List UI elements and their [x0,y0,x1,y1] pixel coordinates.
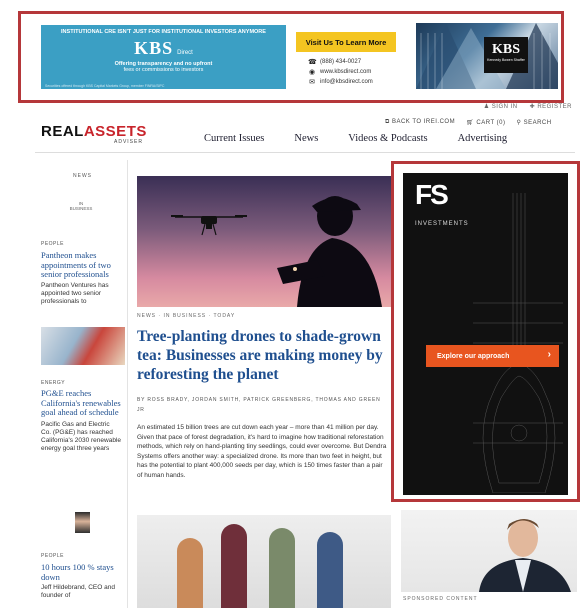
explore-approach-button[interactable]: Explore our approach › [426,345,559,367]
kbs-disclaimer: Securities offered through KBS Capital M… [45,84,165,88]
hero-headline[interactable]: Tree-planting drones to shade-grown tea:… [137,327,387,384]
executive-portrait [479,519,571,592]
kbs-ad-panel[interactable]: Institutional CRE isn't just for institu… [41,25,286,89]
nav-current-issues[interactable]: Current Issues [204,133,264,144]
person-figure [221,524,247,608]
story-category[interactable]: PEOPLE [41,241,121,247]
visit-us-button[interactable]: Visit Us To Learn More [296,32,396,52]
sign-in-link[interactable]: ♟ SIGN IN [484,103,518,110]
sidebar-story[interactable]: ENERGY PG&E reaches California's renewab… [41,380,121,453]
kbs-building-photo[interactable]: KBS Kennedy Bowen Shaffer [416,23,558,89]
sidebar-section-label: IN BUSINESS [69,201,93,211]
story-category[interactable]: PEOPLE [41,553,121,559]
kbs-photo-logo-badge: KBS Kennedy Bowen Shaffer [484,37,528,73]
person-figure [269,528,295,608]
kbs-offer-line-2: fees or commissions to investors [123,67,204,73]
story-excerpt: Pacific Gas and Electric Co. (PG&E) has … [41,420,122,452]
sidebar-headshot[interactable] [75,512,90,533]
story-excerpt: Jeff Hildebrand, CEO and founder of [41,584,115,599]
story-title[interactable]: PG&E reaches California's renewables goa… [41,388,121,418]
fs-logo: FS [415,179,449,210]
person-figure [177,538,203,608]
external-link-icon: ⧉ [385,119,390,125]
user-icon: ♟ [483,104,490,110]
utility-links: ⧉ BACK TO IREI.COM 🛒︎ CART (0) ⚲ SEARCH [385,119,552,126]
story-excerpt: Pantheon Ventures has appointed two seni… [41,281,109,305]
hero-byline: BY ROSS BRADY, JORDAN SMITH, PATRICK GRE… [137,397,381,413]
contact-email[interactable]: ✉ info@kbsdirect.com [308,77,373,87]
register-link[interactable]: ✚ REGISTER [530,103,572,110]
fs-investments-ad[interactable]: FS INVESTMENTS Explore our approach › [403,173,568,495]
sidebar-story[interactable]: PEOPLE Pantheon makes appointments of tw… [41,241,121,306]
sidebar-story[interactable]: PEOPLE 10 hours 100 % stays down Jeff Hi… [41,553,121,600]
cart-link[interactable]: 🛒︎ CART (0) [466,119,505,126]
site-logo-sub: ADVISER [114,139,143,145]
hero-image[interactable] [137,176,391,307]
nav-videos-podcasts[interactable]: Videos & Podcasts [348,133,427,144]
add-user-icon: ✚ [529,104,536,110]
kbs-logo-row: KBS Direct [41,38,286,59]
fs-investments-label: INVESTMENTS [415,221,469,227]
chevron-right-icon: › [547,349,551,360]
guitar-graphic [473,193,563,493]
skyscraper-ad[interactable]: FS INVESTMENTS Explore our approach › [391,161,580,502]
header-divider [35,152,575,153]
person-figure [317,532,343,608]
phone-icon: ☎ [308,59,317,66]
hero-kicker: NEWS · IN BUSINESS · TODAY [137,313,236,319]
pilot-silhouette [277,196,382,307]
story-category[interactable]: ENERGY [41,380,121,386]
kbs-tagline: Institutional CRE isn't just for institu… [61,29,266,35]
back-to-irei-link[interactable]: ⧉ BACK TO IREI.COM [385,119,455,126]
sidebar-story-image[interactable] [41,327,125,365]
team-photo[interactable] [137,515,391,608]
kbs-photo-logo-sub: Kennedy Bowen Shaffer [487,58,525,62]
kbs-contact-list: ☎ (888) 434-0027 ◉ www.kbsdirect.com ✉ info… [308,57,373,87]
drone-graphic [171,215,247,236]
sidebar-divider [127,160,128,608]
kbs-logo-sub: Direct [177,50,193,56]
cart-icon: 🛒︎ [466,120,475,126]
story-title[interactable]: Pantheon makes appointments of two senio… [41,250,121,280]
search-link[interactable]: ⚲ SEARCH [517,119,552,126]
user-links: ♟ SIGN IN ✚ REGISTER [484,103,572,110]
story-title[interactable]: 10 hours 100 % stays down [41,562,121,582]
hero-summary: An estimated 15 billion trees are cut do… [137,424,387,479]
contact-phone[interactable]: ☎ (888) 434-0027 [308,57,373,67]
search-icon: ⚲ [516,120,522,126]
sidebar-news-label: NEWS [73,173,92,179]
nav-news[interactable]: News [294,133,318,144]
main-nav: Current Issues News Videos & Podcasts Ad… [204,133,507,144]
sponsored-photo[interactable] [401,510,577,592]
top-banner-ad[interactable]: Institutional CRE isn't just for institu… [18,11,564,103]
site-logo[interactable]: REALASSETS [41,123,147,140]
kbs-logo: KBS [134,38,174,58]
globe-icon: ◉ [308,69,316,76]
sponsored-content-label: SPONSORED CONTENT [403,596,478,602]
contact-website[interactable]: ◉ www.kbsdirect.com [308,67,373,77]
kbs-photo-logo: KBS [491,42,520,57]
mail-icon: ✉ [309,79,315,86]
nav-advertising[interactable]: Advertising [458,133,508,144]
